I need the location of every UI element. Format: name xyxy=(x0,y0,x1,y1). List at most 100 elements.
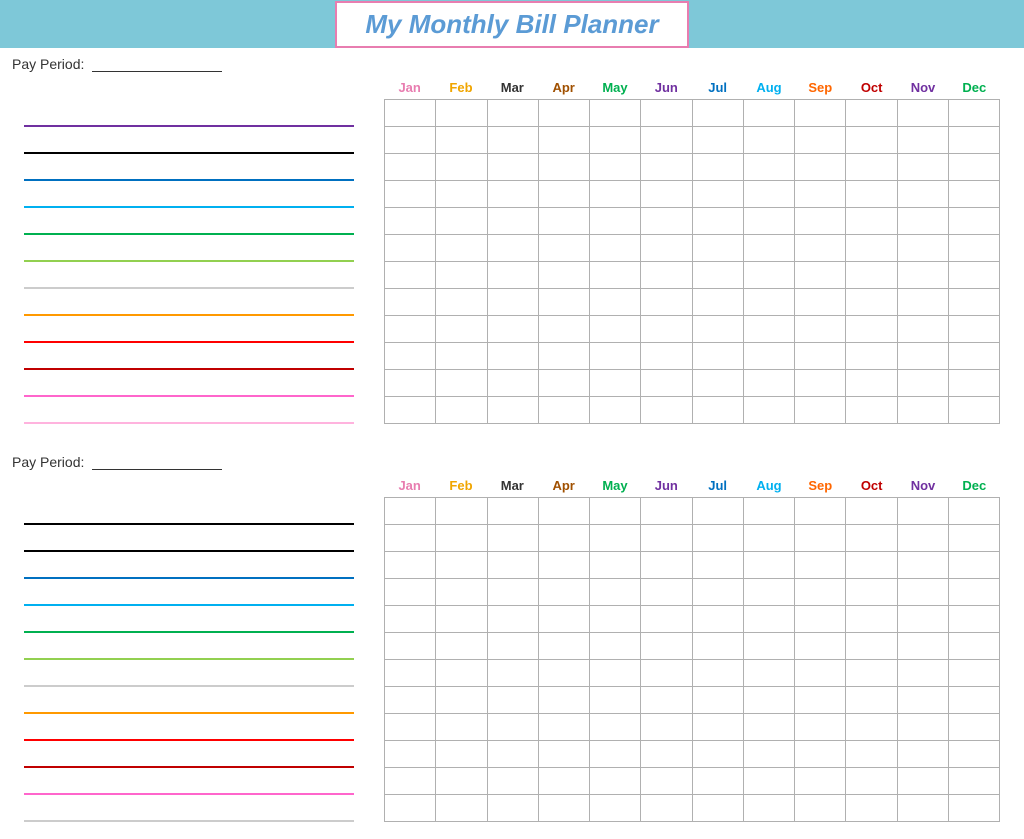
bill-line-color xyxy=(24,368,354,370)
grid-cell xyxy=(487,525,538,552)
grid-cell xyxy=(487,316,538,343)
grid-cell xyxy=(385,498,436,525)
grid-cell xyxy=(795,660,846,687)
grid-cell xyxy=(385,714,436,741)
grid-cell xyxy=(641,100,692,127)
bill-line xyxy=(24,214,384,241)
grid-cell xyxy=(641,795,692,822)
bill-line xyxy=(24,801,384,828)
grid-cell xyxy=(538,633,589,660)
table-row xyxy=(385,714,1000,741)
bill-line xyxy=(24,160,384,187)
month-label-apr: Apr xyxy=(538,78,589,99)
grid-cell xyxy=(795,262,846,289)
grid-cell xyxy=(641,370,692,397)
grid-cell xyxy=(590,289,641,316)
grid-cell xyxy=(590,768,641,795)
bill-line xyxy=(24,403,384,430)
bill-line-color xyxy=(24,260,354,262)
grid-cell xyxy=(590,633,641,660)
bill-line xyxy=(24,295,384,322)
grid-cell xyxy=(846,343,897,370)
grid-cell xyxy=(948,370,999,397)
grid-cell xyxy=(590,100,641,127)
grid-cell xyxy=(948,127,999,154)
month-label-oct: Oct xyxy=(846,78,897,99)
grid-cell xyxy=(897,633,948,660)
grid-cell xyxy=(538,208,589,235)
grid-cell xyxy=(897,795,948,822)
bill-line xyxy=(24,612,384,639)
grid-cell xyxy=(795,208,846,235)
grid-col-1: JanFebMarAprMayJunJulAugSepOctNovDec xyxy=(384,78,1000,430)
grid-cell xyxy=(436,316,487,343)
grid-cell xyxy=(641,343,692,370)
bill-line xyxy=(24,322,384,349)
grid-cell xyxy=(436,208,487,235)
grid-cell xyxy=(590,370,641,397)
grid-cell xyxy=(897,289,948,316)
grid-cell xyxy=(590,606,641,633)
grid-table-1 xyxy=(384,99,1000,424)
grid-cell xyxy=(538,343,589,370)
bill-line-color xyxy=(24,179,354,181)
grid-cell xyxy=(590,397,641,424)
table-row xyxy=(385,606,1000,633)
grid-cell xyxy=(641,768,692,795)
pay-period-label-2: Pay Period: xyxy=(12,454,1012,470)
table-row xyxy=(385,795,1000,822)
month-label-nov: Nov xyxy=(897,78,948,99)
grid-cell xyxy=(897,181,948,208)
bill-line-color xyxy=(24,314,354,316)
bill-line-color xyxy=(24,631,354,633)
grid-cell xyxy=(436,579,487,606)
bill-line-color xyxy=(24,658,354,660)
grid-cell xyxy=(436,768,487,795)
grid-cell xyxy=(743,127,794,154)
bill-lines-1 xyxy=(24,78,384,430)
grid-cell xyxy=(897,498,948,525)
grid-cell xyxy=(897,606,948,633)
grid-cell xyxy=(692,714,743,741)
title-box: My Monthly Bill Planner xyxy=(335,1,688,48)
grid-cell xyxy=(385,181,436,208)
grid-cell xyxy=(641,579,692,606)
grid-cell xyxy=(590,525,641,552)
grid-cell xyxy=(590,154,641,181)
bill-line xyxy=(24,133,384,160)
table-row xyxy=(385,397,1000,424)
grid-cell xyxy=(385,397,436,424)
grid-cell xyxy=(692,181,743,208)
grid-cell xyxy=(846,154,897,181)
grid-cell xyxy=(948,741,999,768)
bill-line xyxy=(24,585,384,612)
grid-cell xyxy=(948,687,999,714)
grid-cell xyxy=(436,687,487,714)
table-row xyxy=(385,262,1000,289)
grid-cell xyxy=(692,525,743,552)
grid-cell xyxy=(743,741,794,768)
grid-cell xyxy=(948,343,999,370)
grid-cell xyxy=(487,579,538,606)
table-row xyxy=(385,552,1000,579)
grid-cell xyxy=(795,606,846,633)
grid-cell xyxy=(897,741,948,768)
grid-cell xyxy=(436,525,487,552)
grid-cell xyxy=(692,498,743,525)
grid-cell xyxy=(538,154,589,181)
section-2: Pay Period: JanFebMarAprMayJunJulAugSepO… xyxy=(0,446,1024,834)
grid-cell xyxy=(436,343,487,370)
grid-cell xyxy=(795,714,846,741)
table-row xyxy=(385,154,1000,181)
grid-cell xyxy=(948,208,999,235)
grid-cell xyxy=(692,289,743,316)
grid-cell xyxy=(487,127,538,154)
bill-line xyxy=(24,639,384,666)
bill-line-color xyxy=(24,287,354,289)
grid-cell xyxy=(846,370,897,397)
bill-line xyxy=(24,774,384,801)
table-row xyxy=(385,633,1000,660)
grid-cell xyxy=(641,660,692,687)
grid-cell xyxy=(948,579,999,606)
grid-cell xyxy=(538,552,589,579)
